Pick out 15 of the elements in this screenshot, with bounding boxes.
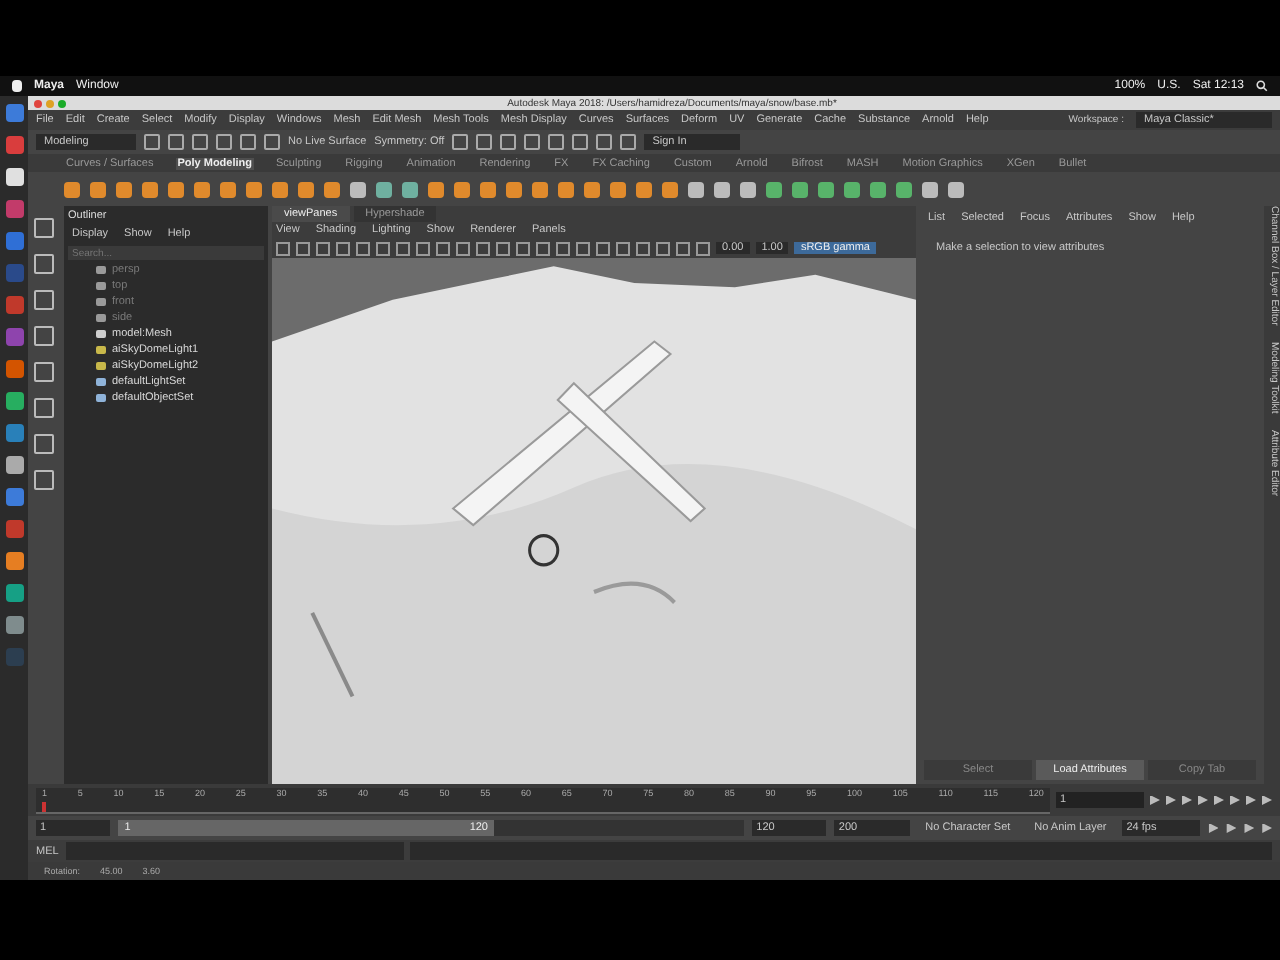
node-icon [96, 266, 106, 274]
node-icon [96, 282, 106, 290]
node-icon [96, 330, 106, 338]
zoom-icon[interactable] [58, 99, 66, 107]
close-icon[interactable] [34, 99, 42, 107]
playhead-marker[interactable] [42, 801, 46, 811]
command-result-field[interactable] [410, 842, 1272, 860]
node-icon [96, 378, 106, 386]
command-input-field[interactable] [66, 842, 404, 860]
node-icon [96, 362, 106, 370]
node-icon [96, 394, 106, 402]
search-icon[interactable] [1256, 80, 1268, 92]
node-icon [96, 346, 106, 354]
node-icon [96, 314, 106, 322]
node-icon [96, 298, 106, 306]
